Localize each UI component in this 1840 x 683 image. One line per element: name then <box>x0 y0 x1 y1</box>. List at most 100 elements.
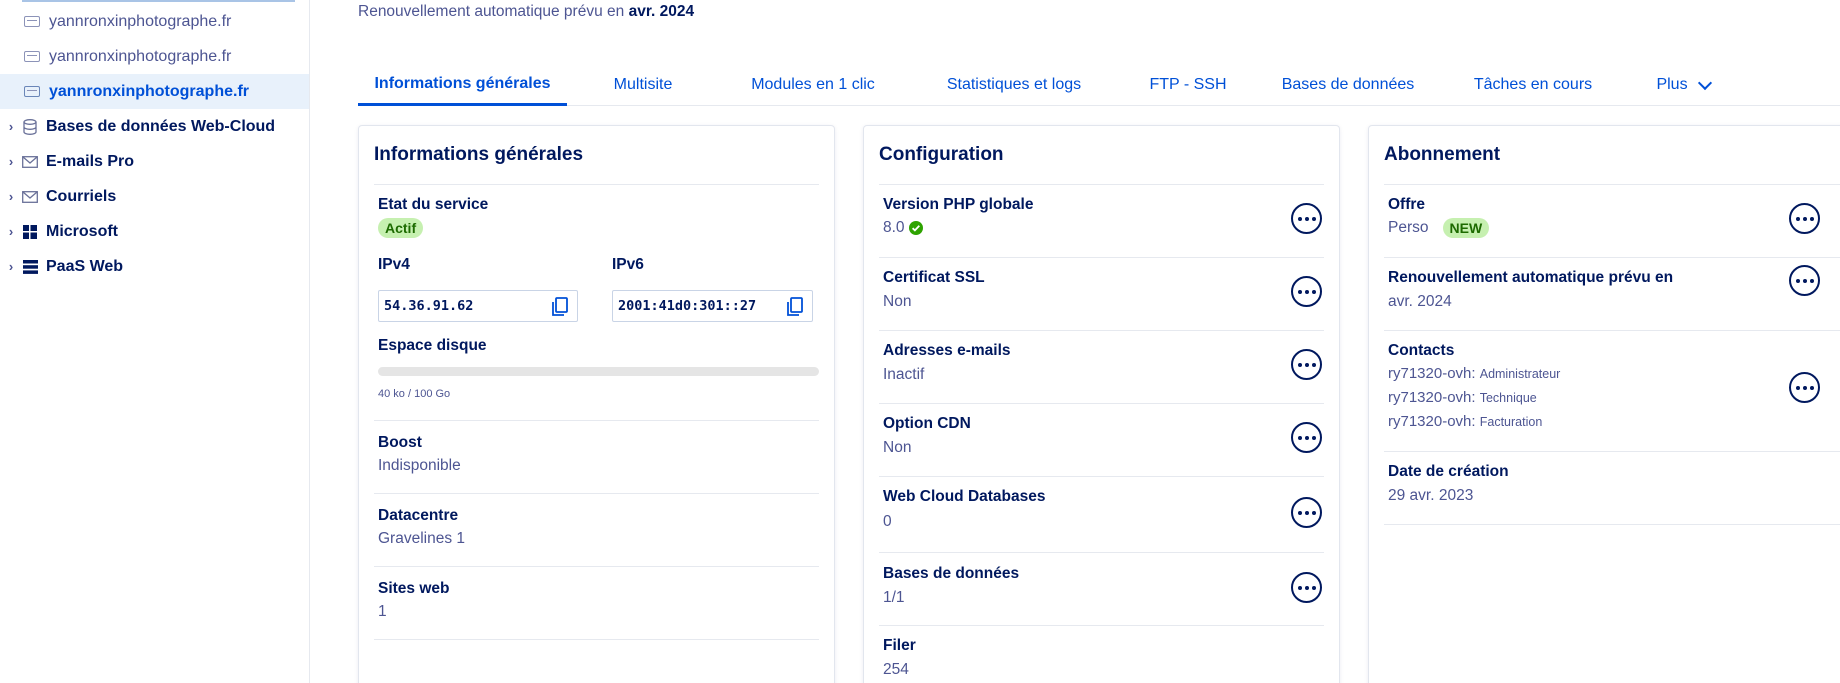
php-version-row: Version PHP globale 8.0 <box>879 184 1324 257</box>
chevron-right-icon: › <box>8 119 14 134</box>
sidebar-item-emails-pro[interactable]: › E-mails Pro <box>0 144 134 179</box>
field-label: IPv6 <box>612 256 644 273</box>
tab-bases-de-donnees[interactable]: Bases de données <box>1268 64 1428 106</box>
sidebar-site-item[interactable]: yannronxinphotographe.fr <box>0 39 309 74</box>
field-label: Bases de données <box>883 565 1020 582</box>
configuration-card: Configuration Version PHP globale 8.0 Ce… <box>863 125 1340 683</box>
copy-icon[interactable] <box>786 297 804 317</box>
field-value: 0 <box>883 513 892 530</box>
server-icon <box>24 86 40 97</box>
ipv6-field[interactable]: 2001:41d0:301::27 <box>612 290 813 322</box>
card-title: Abonnement <box>1384 144 1501 165</box>
check-circle-icon <box>908 221 923 235</box>
creation-date-row: Date de création 29 avr. 2023 <box>1384 451 1840 524</box>
field-label: Etat du service <box>378 196 489 213</box>
php-actions-button[interactable] <box>1291 203 1322 234</box>
chevron-right-icon: › <box>8 189 14 204</box>
copy-icon[interactable] <box>551 297 569 317</box>
cdn-row: Option CDN Non <box>879 403 1324 476</box>
ipv4-value: 54.36.91.62 <box>384 298 474 314</box>
chevron-right-icon: › <box>8 154 14 169</box>
field-value: 1/1 <box>883 589 905 606</box>
disk-space-row: Espace disque 40 ko / 100 Go <box>374 330 819 420</box>
tab-statistiques[interactable]: Statistiques et logs <box>924 64 1104 106</box>
contact-item: ry71320-ovh: Facturation <box>1388 413 1542 430</box>
tab-bar: Informations générales Multisite Modules… <box>358 64 1840 106</box>
status-badge: Actif <box>378 218 424 238</box>
field-label: Renouvellement automatique prévu en <box>1388 269 1674 286</box>
renewal-notice: Renouvellement automatique prévu en avr.… <box>358 3 694 21</box>
sidebar-item-courriels[interactable]: › Courriels <box>0 179 116 214</box>
field-label: Offre <box>1388 196 1426 213</box>
sidebar-site-item-active[interactable]: yannronxinphotographe.fr <box>0 74 309 109</box>
renewal-row: Renouvellement automatique prévu en avr.… <box>1384 257 1840 330</box>
tab-informations-generales[interactable]: Informations générales <box>358 64 567 106</box>
server-stack-icon <box>22 259 38 275</box>
tab-taches[interactable]: Tâches en cours <box>1458 64 1608 106</box>
ipv4-field[interactable]: 54.36.91.62 <box>378 290 578 322</box>
emails-row: Adresses e-mails Inactif <box>879 330 1324 403</box>
contact-id: ry71320-ovh: <box>1388 365 1476 382</box>
field-value: 1 <box>378 603 387 620</box>
contacts-actions-button[interactable] <box>1789 372 1820 403</box>
contact-id: ry71320-ovh: <box>1388 413 1476 430</box>
emails-actions-button[interactable] <box>1291 349 1322 380</box>
field-value: Non <box>883 439 912 456</box>
sidebar-site-label: yannronxinphotographe.fr <box>49 82 249 100</box>
sidebar-site-item[interactable]: yannronxinphotographe.fr <box>0 4 309 39</box>
contact-role: Administrateur <box>1479 367 1561 381</box>
tab-label: Tâches en cours <box>1473 76 1593 93</box>
chevron-right-icon: › <box>8 259 14 274</box>
sidebar-top-divider <box>22 0 295 2</box>
databases-row: Bases de données 1/1 <box>879 552 1324 625</box>
sidebar-site-label: yannronxinphotographe.fr <box>49 12 232 30</box>
field-label: Contacts <box>1388 342 1455 359</box>
field-value: Indisponible <box>378 457 461 474</box>
windows-icon <box>22 224 38 240</box>
tab-plus[interactable]: Plus <box>1638 64 1728 106</box>
sidebar-site-label: yannronxinphotographe.fr <box>49 47 232 65</box>
sidebar-item-label: E-mails Pro <box>46 152 135 170</box>
new-badge: NEW <box>1442 218 1490 238</box>
card-title: Informations générales <box>374 144 584 165</box>
divider <box>374 639 819 640</box>
tab-ftp-ssh[interactable]: FTP - SSH <box>1138 64 1238 106</box>
field-label: Adresses e-mails <box>883 342 1011 359</box>
tab-label: Bases de données <box>1281 76 1415 93</box>
tab-multisite[interactable]: Multisite <box>587 64 699 106</box>
contact-role: Facturation <box>1479 415 1543 429</box>
disk-progress-bar <box>378 367 819 376</box>
tab-label: Modules en 1 clic <box>751 76 875 93</box>
divider <box>1384 524 1840 525</box>
contact-item: ry71320-ovh: Technique <box>1388 389 1537 406</box>
contacts-row: Contacts ry71320-ovh: Administrateur ry7… <box>1384 330 1840 451</box>
chevron-right-icon: › <box>8 224 14 239</box>
field-value: 29 avr. 2023 <box>1388 487 1474 504</box>
field-label: Datacentre <box>378 507 459 524</box>
database-icon <box>22 118 38 135</box>
contact-id: ry71320-ovh: <box>1388 389 1476 406</box>
tab-label: FTP - SSH <box>1149 76 1227 93</box>
sidebar-item-paas-web[interactable]: › PaaS Web <box>0 249 123 284</box>
wcdb-actions-button[interactable] <box>1291 497 1322 528</box>
field-value: Inactif <box>883 366 925 383</box>
tab-modules[interactable]: Modules en 1 clic <box>733 64 893 106</box>
cdn-actions-button[interactable] <box>1291 422 1322 453</box>
tab-label: Multisite <box>613 76 673 93</box>
boost-row: Boost Indisponible <box>374 420 819 493</box>
ssl-actions-button[interactable] <box>1291 276 1322 307</box>
databases-actions-button[interactable] <box>1291 572 1322 603</box>
offer-actions-button[interactable] <box>1789 203 1820 234</box>
subscription-card: Abonnement Offre Perso NEW Renouvellemen… <box>1368 125 1840 683</box>
sidebar-item-label: PaaS Web <box>46 257 124 275</box>
sidebar-item-microsoft[interactable]: › Microsoft <box>0 214 118 249</box>
envelope-icon <box>22 189 38 205</box>
sidebar-item-web-cloud-databases[interactable]: › Bases de données Web-Cloud <box>0 109 275 144</box>
field-label: Version PHP globale <box>883 196 1034 213</box>
renewal-actions-button[interactable] <box>1789 265 1820 296</box>
server-icon <box>24 16 40 27</box>
sidebar-item-label: Microsoft <box>46 222 118 240</box>
field-value: Perso <box>1388 219 1429 236</box>
field-label: IPv4 <box>378 256 410 273</box>
contact-role: Technique <box>1479 391 1537 405</box>
